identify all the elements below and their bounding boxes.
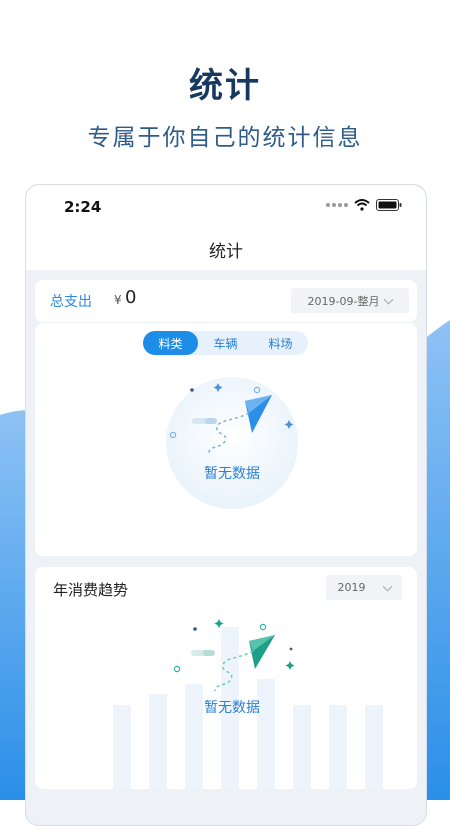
- status-time: 2:24: [64, 198, 102, 216]
- tab-material-yard[interactable]: 料场: [253, 331, 308, 355]
- status-icons: [326, 199, 402, 211]
- tab-vehicle[interactable]: 车辆: [198, 331, 253, 355]
- tab-material-type[interactable]: 料类: [143, 331, 198, 355]
- hero-title: 统计: [189, 66, 261, 106]
- trend-card: 年消费趋势 2019 暂无数据: [35, 567, 417, 789]
- placeholder-bar: [365, 705, 383, 789]
- signal-dots-icon: [326, 203, 348, 207]
- phone-header: 2:24 统计: [26, 185, 426, 270]
- placeholder-bar: [329, 705, 347, 789]
- nav-title: 统计: [209, 242, 243, 262]
- year-select-value: 2019: [337, 581, 366, 594]
- month-select-value: 2019-09-整月: [307, 294, 380, 308]
- chevron-down-icon: [382, 581, 392, 591]
- category-tabs: 料类 车辆 料场: [143, 331, 308, 355]
- phone-frame: 2:24 统计 总支出 ¥ 0 2019-09-整月 料类 车辆 料场 暂无数据…: [25, 184, 427, 826]
- hero-subtitle: 专属于你自己的统计信息: [87, 125, 363, 151]
- expense-card: 总支出 ¥ 0 2019-09-整月: [35, 280, 417, 322]
- chevron-down-icon: [384, 294, 394, 304]
- expense-value: 0: [125, 287, 137, 308]
- year-select[interactable]: 2019: [326, 575, 402, 600]
- paper-plane-empty-icon: [166, 377, 298, 509]
- category-empty-text: 暂无数据: [204, 466, 260, 482]
- battery-icon: [376, 199, 402, 211]
- wifi-icon: [354, 199, 370, 211]
- placeholder-bar: [113, 705, 131, 789]
- trend-title: 年消费趋势: [53, 581, 129, 599]
- expense-label: 总支出: [50, 294, 92, 310]
- trend-empty-text: 暂无数据: [204, 700, 260, 716]
- month-select[interactable]: 2019-09-整月: [291, 288, 409, 313]
- placeholder-bar: [293, 705, 311, 789]
- expense-currency: ¥: [114, 293, 122, 307]
- category-card: 料类 车辆 料场 暂无数据: [35, 323, 417, 556]
